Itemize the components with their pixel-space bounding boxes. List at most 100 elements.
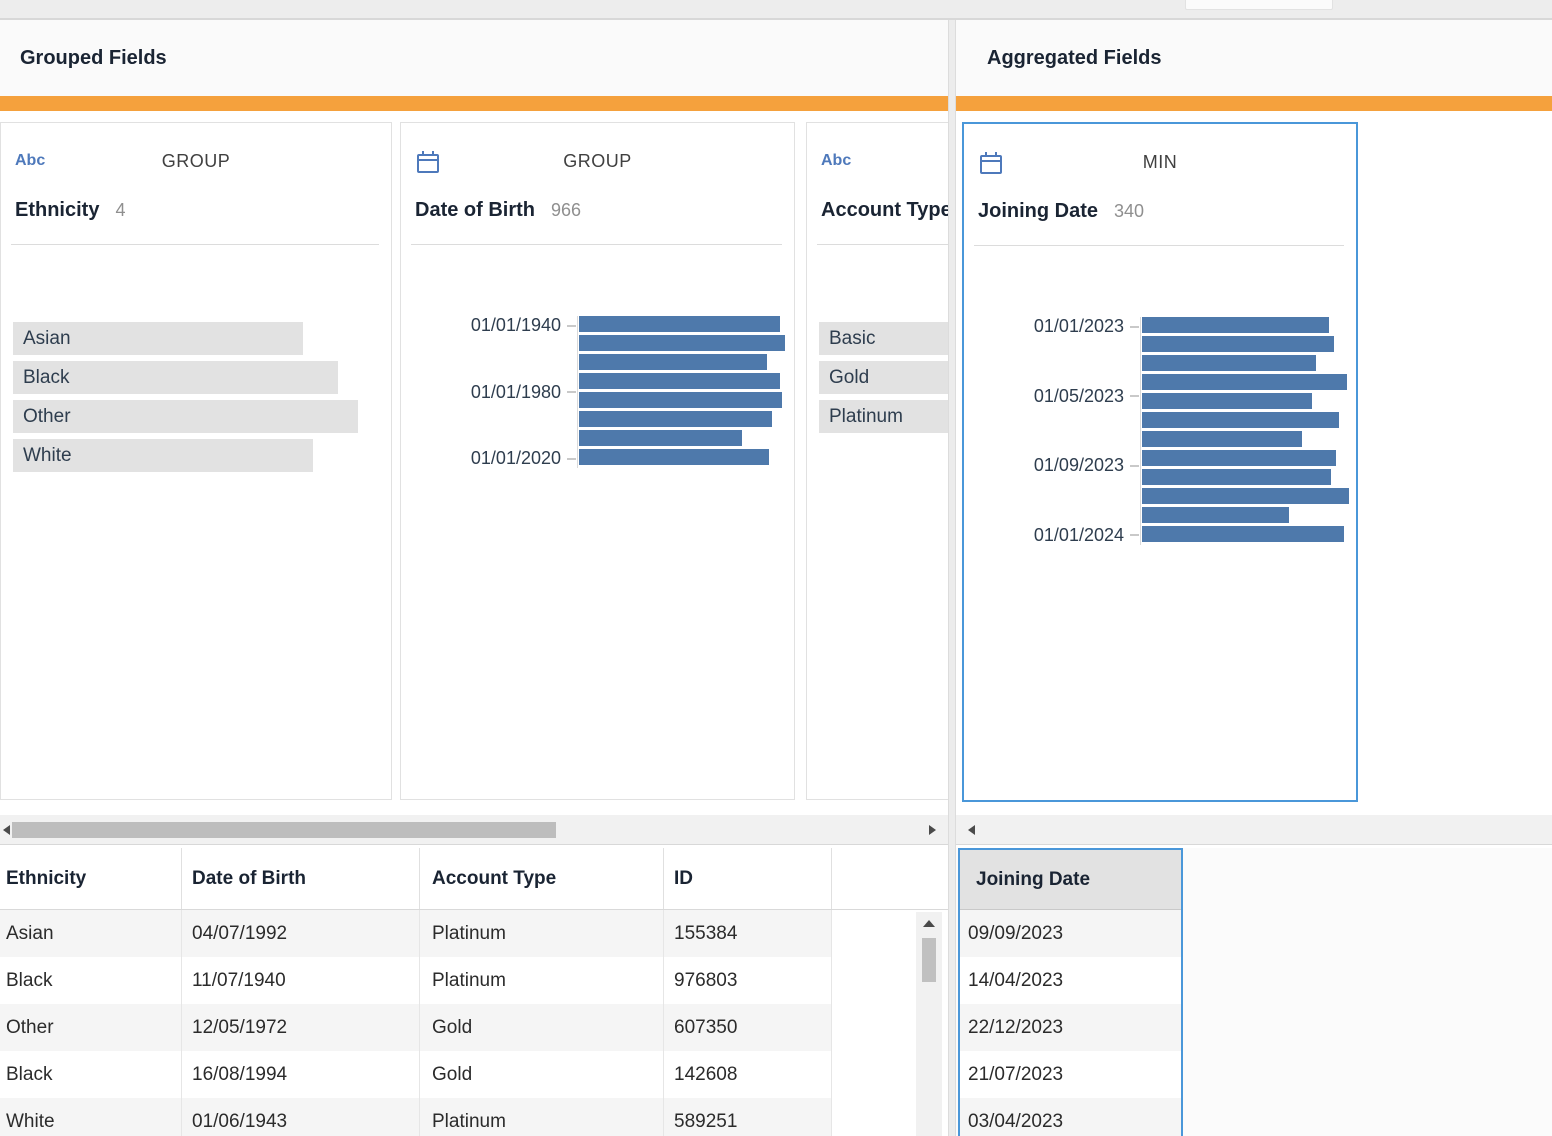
histogram-bar[interactable] bbox=[579, 335, 785, 351]
category-bar[interactable]: Black bbox=[13, 361, 338, 394]
string-type-icon: Abc bbox=[821, 152, 851, 170]
cell-joining-date[interactable]: 14/04/2023 bbox=[960, 957, 1181, 1004]
joining-date-column-selected[interactable]: Joining Date 09/09/202314/04/202322/12/2… bbox=[958, 848, 1183, 1136]
partial-toolbar-control[interactable] bbox=[1185, 0, 1333, 10]
field-card-joining-date[interactable]: MIN Joining Date340 01/01/202301/05/2023… bbox=[962, 122, 1358, 802]
cell-account-type[interactable]: Platinum bbox=[420, 957, 664, 1004]
cell-date-of-birth[interactable]: 01/06/1943 bbox=[182, 1098, 420, 1136]
category-bar[interactable]: Basic bbox=[819, 322, 948, 355]
cell-id[interactable]: 589251 bbox=[664, 1098, 832, 1136]
panel-divider[interactable] bbox=[948, 20, 956, 1136]
axis-tick bbox=[1124, 387, 1140, 406]
cell-date-of-birth[interactable]: 04/07/1992 bbox=[182, 910, 420, 957]
top-toolbar-strip bbox=[0, 0, 1552, 20]
histogram-bar[interactable] bbox=[1142, 393, 1312, 409]
histogram-bar[interactable] bbox=[1142, 431, 1302, 447]
cell-date-of-birth[interactable]: 12/05/1972 bbox=[182, 1004, 420, 1051]
grouped-cards-area: Abc GROUP Ethnicity4 Asian Black bbox=[0, 111, 948, 815]
cell-account-type[interactable]: Gold bbox=[420, 1051, 664, 1098]
card-name-row: Account Type bbox=[821, 199, 948, 222]
table-row[interactable]: Asian 04/07/1992 Platinum 155384 bbox=[0, 910, 832, 957]
category-bar[interactable]: Gold bbox=[819, 361, 948, 394]
histogram-bar[interactable] bbox=[579, 449, 769, 465]
horizontal-scroll-thumb[interactable] bbox=[12, 822, 556, 838]
grouped-horizontal-scrollbar[interactable] bbox=[0, 815, 948, 845]
axis-tick bbox=[1124, 526, 1140, 545]
cell-date-of-birth[interactable]: 11/07/1940 bbox=[182, 957, 420, 1004]
column-header-date-of-birth[interactable]: Date of Birth bbox=[182, 848, 420, 909]
table-vertical-scrollbar[interactable] bbox=[916, 912, 942, 1136]
cell-ethnicity[interactable]: Other bbox=[0, 1004, 182, 1051]
histogram-bar[interactable] bbox=[579, 354, 767, 370]
card-top-row: Abc bbox=[821, 149, 948, 177]
category-bar[interactable]: Other bbox=[13, 400, 358, 433]
table-row[interactable]: Other 12/05/1972 Gold 607350 bbox=[0, 1004, 832, 1051]
cell-id[interactable]: 155384 bbox=[664, 910, 832, 957]
scroll-up-icon[interactable] bbox=[923, 920, 935, 927]
aggregated-fields-panel: Aggregated Fields MIN Joining Date 340 bbox=[956, 20, 1552, 1136]
histogram-bar[interactable] bbox=[1142, 469, 1331, 485]
histogram-bar[interactable] bbox=[579, 430, 742, 446]
aggregated-horizontal-scrollbar[interactable] bbox=[956, 815, 1552, 845]
histogram-bar[interactable] bbox=[1142, 507, 1289, 523]
histogram-bar[interactable] bbox=[1142, 355, 1316, 371]
cell-ethnicity[interactable]: White bbox=[0, 1098, 182, 1136]
cell-id[interactable]: 976803 bbox=[664, 957, 832, 1004]
cell-date-of-birth[interactable]: 16/08/1994 bbox=[182, 1051, 420, 1098]
column-header-id[interactable]: ID bbox=[664, 848, 832, 909]
field-card-account-type[interactable]: Abc Account Type Basic Gold bbox=[806, 122, 948, 800]
axis-tick bbox=[561, 316, 577, 335]
category-bar-label: White bbox=[13, 445, 72, 467]
ethnicity-value-bars: Asian Black Other White bbox=[13, 322, 391, 478]
scroll-left-icon[interactable] bbox=[3, 825, 10, 835]
cell-ethnicity[interactable]: Black bbox=[0, 1051, 182, 1098]
histogram-bar[interactable] bbox=[579, 411, 772, 427]
cell-joining-date[interactable]: 22/12/2023 bbox=[960, 1004, 1181, 1051]
cell-id[interactable]: 607350 bbox=[664, 1004, 832, 1051]
dob-histogram: 01/01/194001/01/198001/01/2020 bbox=[413, 316, 788, 468]
histogram-bar[interactable] bbox=[1142, 336, 1334, 352]
category-bar-label: Black bbox=[13, 367, 69, 389]
scroll-left-icon[interactable] bbox=[968, 825, 975, 835]
scroll-right-icon[interactable] bbox=[929, 825, 936, 835]
aggregated-fields-title: Aggregated Fields bbox=[987, 47, 1161, 70]
field-count: 340 bbox=[1114, 201, 1144, 221]
histogram-bar[interactable] bbox=[579, 392, 782, 408]
cell-joining-date[interactable]: 21/07/2023 bbox=[960, 1051, 1181, 1098]
cell-id[interactable]: 142608 bbox=[664, 1051, 832, 1098]
column-header-ethnicity[interactable]: Ethnicity bbox=[0, 848, 182, 909]
table-row[interactable]: Black 16/08/1994 Gold 142608 bbox=[0, 1051, 832, 1098]
axis-tick bbox=[561, 383, 577, 402]
category-bar[interactable]: Asian bbox=[13, 322, 303, 355]
histogram-bar[interactable] bbox=[1142, 412, 1339, 428]
histogram-bar[interactable] bbox=[1142, 488, 1349, 504]
histogram-bar[interactable] bbox=[1142, 526, 1344, 542]
grouped-fields-header: Grouped Fields bbox=[0, 20, 948, 96]
histogram-bar[interactable] bbox=[579, 373, 780, 389]
aggregation-role-label: MIN bbox=[978, 152, 1342, 173]
histogram-bar[interactable] bbox=[1142, 374, 1347, 390]
cell-ethnicity[interactable]: Asian bbox=[0, 910, 182, 957]
cell-account-type[interactable]: Platinum bbox=[420, 910, 664, 957]
histogram-bar[interactable] bbox=[1142, 450, 1336, 466]
cell-joining-date[interactable]: 03/04/2023 bbox=[960, 1098, 1181, 1136]
field-card-date-of-birth[interactable]: GROUP Date of Birth966 01/01/194001/01/1… bbox=[400, 122, 795, 800]
column-header-account-type[interactable]: Account Type bbox=[420, 848, 664, 909]
cell-account-type[interactable]: Gold bbox=[420, 1004, 664, 1051]
cell-ethnicity[interactable]: Black bbox=[0, 957, 182, 1004]
field-card-ethnicity[interactable]: Abc GROUP Ethnicity4 Asian Black bbox=[0, 122, 392, 800]
histogram-bar[interactable] bbox=[1142, 317, 1329, 333]
column-header-joining-date[interactable]: Joining Date bbox=[960, 850, 1181, 910]
cell-account-type[interactable]: Platinum bbox=[420, 1098, 664, 1136]
category-bar[interactable]: Platinum bbox=[819, 400, 948, 433]
cell-joining-date[interactable]: 09/09/2023 bbox=[960, 910, 1181, 957]
grouped-accent-bar bbox=[0, 96, 948, 111]
category-bar[interactable]: White bbox=[13, 439, 313, 472]
table-row[interactable]: White 01/06/1943 Platinum 589251 bbox=[0, 1098, 832, 1136]
table-row[interactable]: Black 11/07/1940 Platinum 976803 bbox=[0, 957, 832, 1004]
card-divider bbox=[974, 245, 1344, 246]
category-bar-label: Platinum bbox=[819, 406, 903, 428]
vertical-scroll-thumb[interactable] bbox=[922, 938, 936, 982]
axis-tick bbox=[561, 449, 577, 468]
histogram-bar[interactable] bbox=[579, 316, 780, 332]
